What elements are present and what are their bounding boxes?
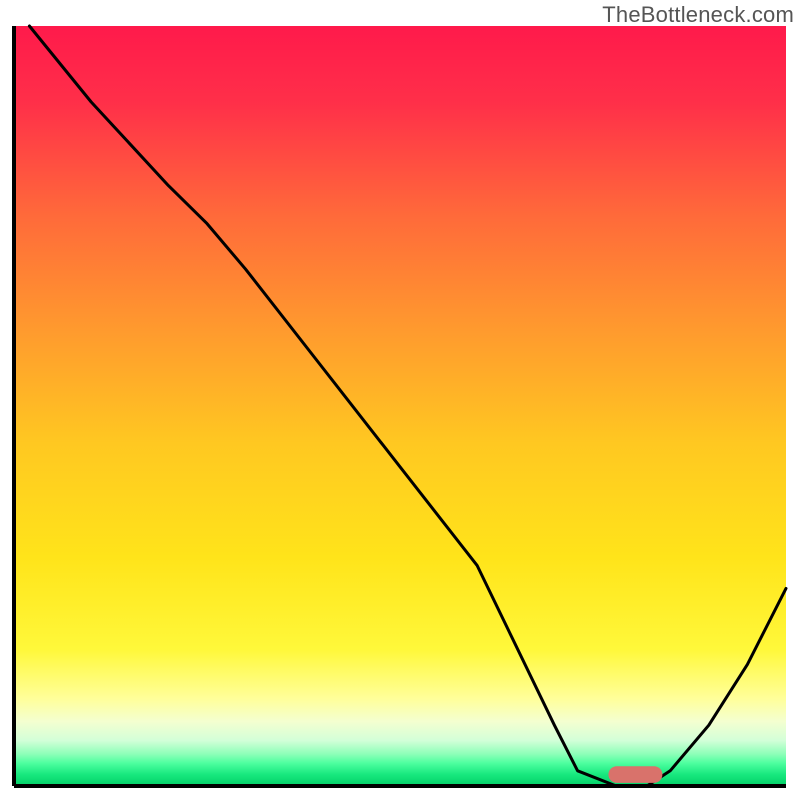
bottleneck-chart	[0, 0, 800, 800]
chart-container: TheBottleneck.com	[0, 0, 800, 800]
optimal-marker	[608, 766, 662, 783]
heatmap-background	[14, 26, 786, 786]
